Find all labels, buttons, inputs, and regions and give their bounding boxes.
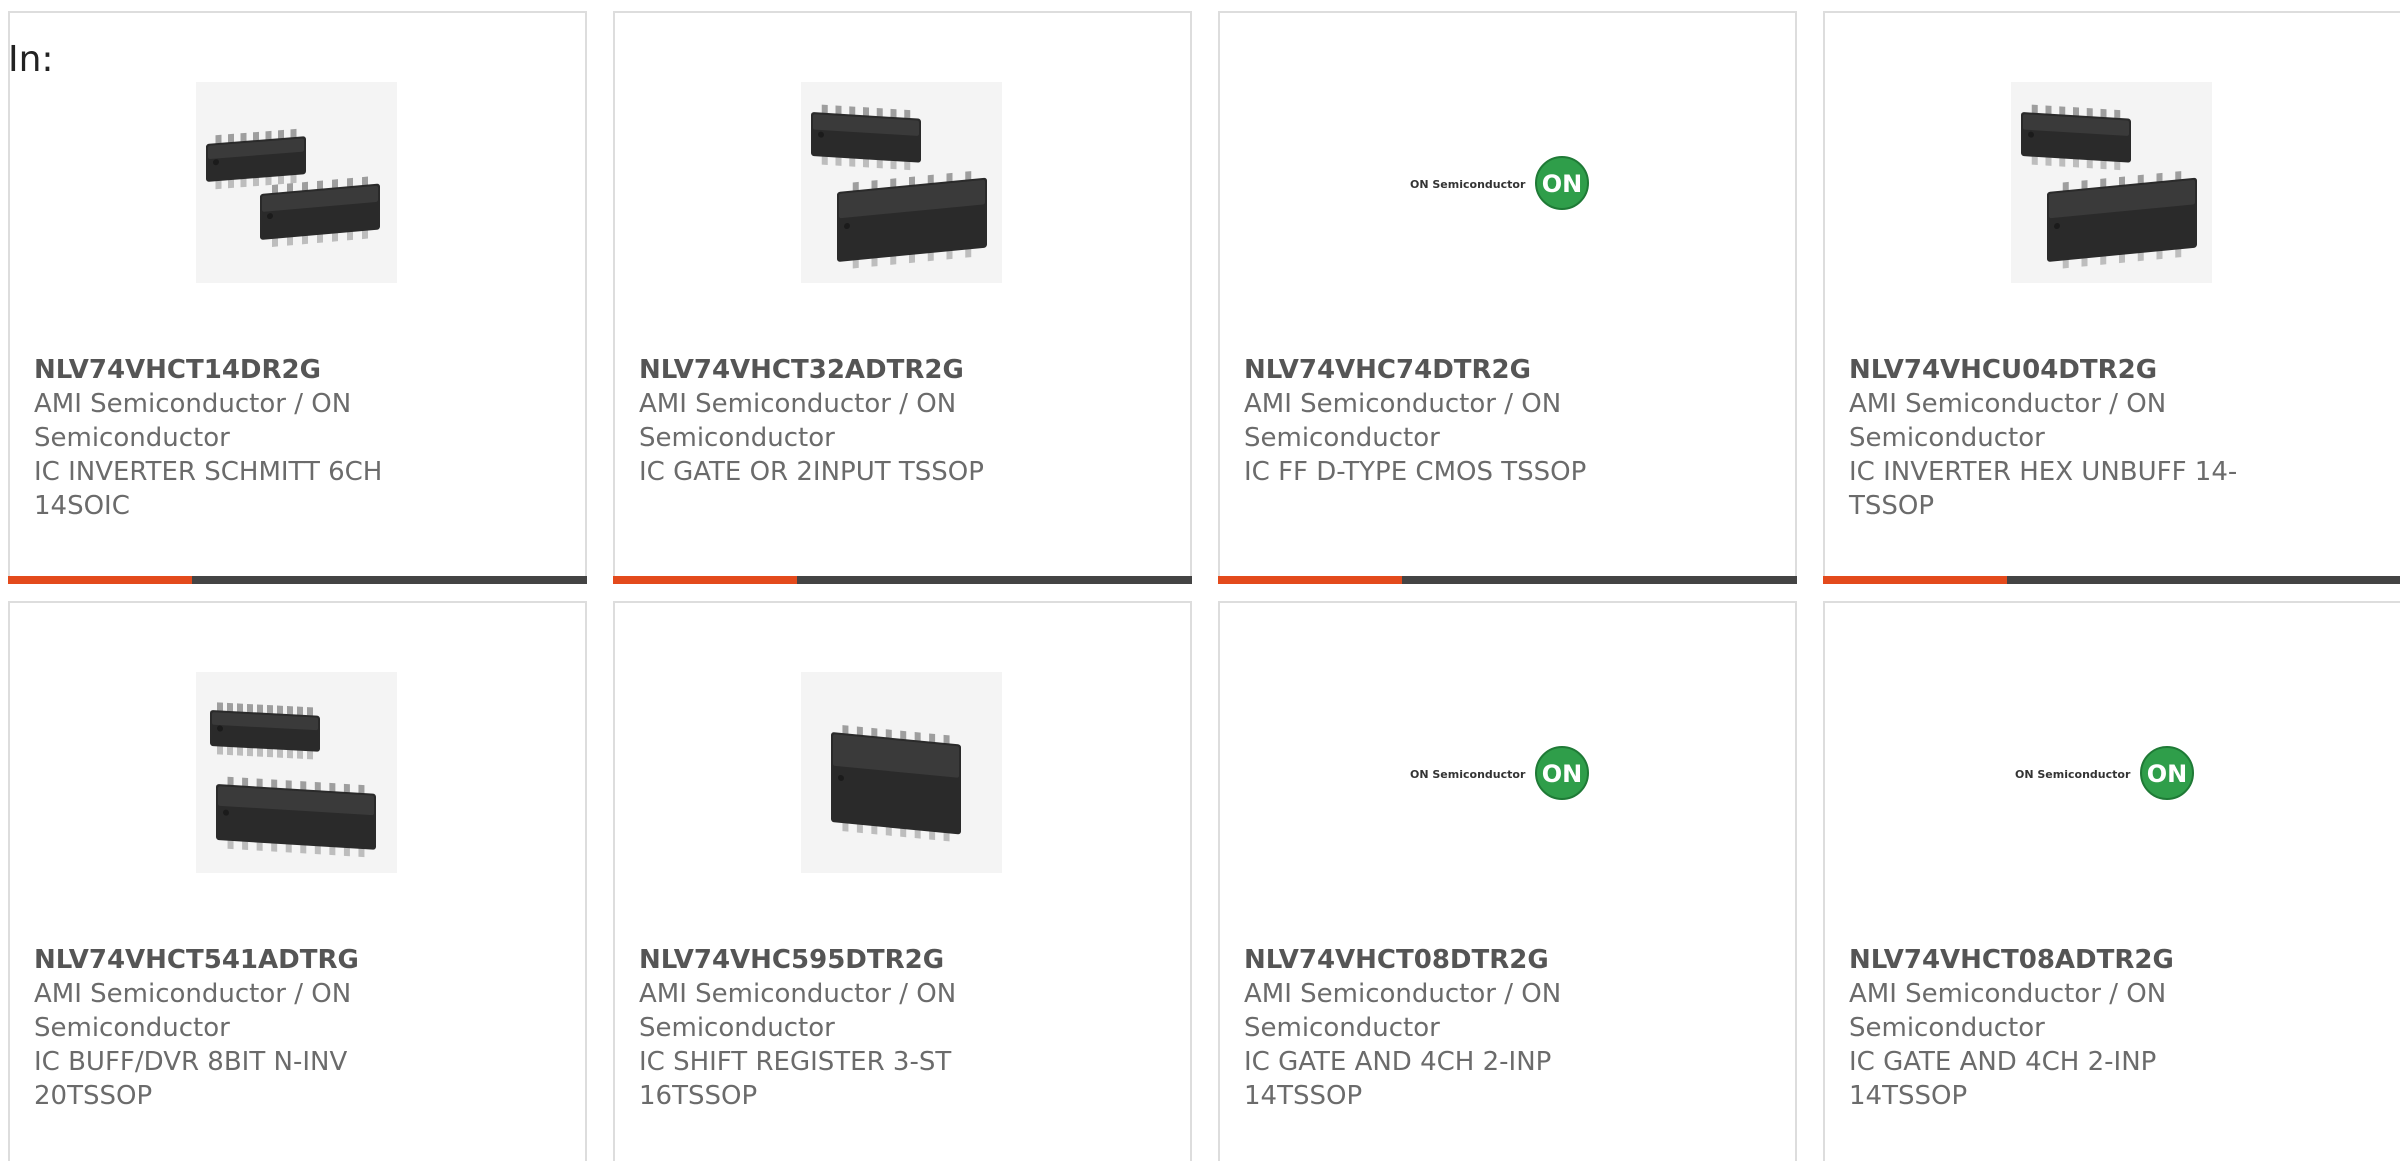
product-image[interactable] xyxy=(196,672,397,873)
card-bottom-bar xyxy=(1218,576,1797,584)
product-image[interactable] xyxy=(196,82,397,283)
product-card[interactable]: ON Semiconductor ON NLV74VHCT08ADTR2G AMI S… xyxy=(1823,601,2400,1161)
product-info: NLV74VHCT14DR2G AMI Semiconductor / ON Se… xyxy=(34,353,454,523)
product-info: NLV74VHCT08ADTR2G AMI Semiconductor / ON … xyxy=(1849,943,2269,1113)
manufacturer: AMI Semiconductor / ON Semiconductor xyxy=(34,979,352,1043)
product-card[interactable]: NLV74VHCT14DR2G AMI Semiconductor / ON Se… xyxy=(8,11,587,584)
on-semiconductor-logo[interactable]: ON Semiconductor ON xyxy=(1406,82,1607,283)
card-accent-bar xyxy=(1823,576,2007,584)
part-number-link[interactable]: NLV74VHCT32ADTR2G xyxy=(639,353,1059,387)
product-description: IC INVERTER HEX UNBUFF 14-TSSOP xyxy=(1849,457,2238,521)
part-number-link[interactable]: NLV74VHC74DTR2G xyxy=(1244,353,1664,387)
tssop-20-pair-icon xyxy=(196,672,397,873)
product-info: NLV74VHC74DTR2G AMI Semiconductor / ON Se… xyxy=(1244,353,1664,489)
part-number-link[interactable]: NLV74VHCU04DTR2G xyxy=(1849,353,2269,387)
on-semiconductor-logo-icon: ON Semiconductor ON xyxy=(1406,143,1607,223)
card-accent-bar xyxy=(1218,576,1402,584)
product-image[interactable] xyxy=(801,82,1002,283)
card-bottom-bar xyxy=(613,576,1192,584)
product-grid: NLV74VHCT14DR2G AMI Semiconductor / ON Se… xyxy=(8,11,2400,1161)
svg-text:ON: ON xyxy=(1542,760,1583,788)
tssop-pair-icon xyxy=(801,82,1002,283)
svg-text:ON Semiconductor: ON Semiconductor xyxy=(1410,178,1526,191)
part-number-link[interactable]: NLV74VHCT08DTR2G xyxy=(1244,943,1664,977)
product-card[interactable]: NLV74VHCT32ADTR2G AMI Semiconductor / ON … xyxy=(613,11,1192,584)
card-accent-bar xyxy=(8,576,192,584)
card-bottom-bar xyxy=(1823,576,2400,584)
card-accent-bar xyxy=(613,576,797,584)
product-card[interactable]: ON Semiconductor ON NLV74VHC74DTR2G AMI Sem… xyxy=(1218,11,1797,584)
product-image[interactable] xyxy=(2011,82,2212,283)
svg-text:ON Semiconductor: ON Semiconductor xyxy=(1410,768,1526,781)
product-info: NLV74VHCT32ADTR2G AMI Semiconductor / ON … xyxy=(639,353,1059,489)
part-number-link[interactable]: NLV74VHC595DTR2G xyxy=(639,943,1059,977)
product-card[interactable]: ON Semiconductor ON NLV74VHCT08DTR2G AMI Se… xyxy=(1218,601,1797,1161)
product-listing-page: In: NLV74VHCT14DR2G AMI Semiconductor / O… xyxy=(0,0,2400,1161)
on-semiconductor-logo[interactable]: ON Semiconductor ON xyxy=(1406,672,1607,873)
product-description: IC FF D-TYPE CMOS TSSOP xyxy=(1244,457,1587,487)
product-card[interactable]: NLV74VHCT541ADTRG AMI Semiconductor / ON … xyxy=(8,601,587,1161)
manufacturer: AMI Semiconductor / ON Semiconductor xyxy=(639,389,957,453)
product-description: IC BUFF/DVR 8BIT N-INV 20TSSOP xyxy=(34,1047,348,1111)
product-card[interactable]: NLV74VHCU04DTR2G AMI Semiconductor / ON S… xyxy=(1823,11,2400,584)
product-description: IC GATE AND 4CH 2-INP 14TSSOP xyxy=(1849,1047,2157,1111)
part-number-link[interactable]: NLV74VHCT541ADTRG xyxy=(34,943,454,977)
in-label: In: xyxy=(8,39,54,80)
svg-text:ON Semiconductor: ON Semiconductor xyxy=(2015,768,2131,781)
tssop-16-icon xyxy=(801,672,1002,873)
soic-14-pair-icon xyxy=(196,82,397,283)
svg-text:ON: ON xyxy=(2147,760,2188,788)
part-number-link[interactable]: NLV74VHCT14DR2G xyxy=(34,353,454,387)
on-semiconductor-logo-icon: ON Semiconductor ON xyxy=(2011,733,2212,813)
part-number-link[interactable]: NLV74VHCT08ADTR2G xyxy=(1849,943,2269,977)
manufacturer: AMI Semiconductor / ON Semiconductor xyxy=(34,389,352,453)
card-bottom-bar xyxy=(8,576,587,584)
product-description: IC GATE OR 2INPUT TSSOP xyxy=(639,457,984,487)
product-description: IC SHIFT REGISTER 3-ST 16TSSOP xyxy=(639,1047,952,1111)
product-description: IC GATE AND 4CH 2-INP 14TSSOP xyxy=(1244,1047,1552,1111)
svg-text:ON: ON xyxy=(1542,170,1583,198)
on-semiconductor-logo-icon: ON Semiconductor ON xyxy=(1406,733,1607,813)
product-image[interactable] xyxy=(801,672,1002,873)
manufacturer: AMI Semiconductor / ON Semiconductor xyxy=(639,979,957,1043)
manufacturer: AMI Semiconductor / ON Semiconductor xyxy=(1849,979,2167,1043)
product-info: NLV74VHCT08DTR2G AMI Semiconductor / ON S… xyxy=(1244,943,1664,1113)
on-semiconductor-logo[interactable]: ON Semiconductor ON xyxy=(2011,672,2212,873)
manufacturer: AMI Semiconductor / ON Semiconductor xyxy=(1244,979,1562,1043)
manufacturer: AMI Semiconductor / ON Semiconductor xyxy=(1244,389,1562,453)
product-card[interactable]: NLV74VHC595DTR2G AMI Semiconductor / ON S… xyxy=(613,601,1192,1161)
product-info: NLV74VHCU04DTR2G AMI Semiconductor / ON S… xyxy=(1849,353,2269,523)
tssop-pair-icon xyxy=(2011,82,2212,283)
product-info: NLV74VHCT541ADTRG AMI Semiconductor / ON … xyxy=(34,943,454,1113)
product-description: IC INVERTER SCHMITT 6CH 14SOIC xyxy=(34,457,383,521)
product-info: NLV74VHC595DTR2G AMI Semiconductor / ON S… xyxy=(639,943,1059,1113)
manufacturer: AMI Semiconductor / ON Semiconductor xyxy=(1849,389,2167,453)
